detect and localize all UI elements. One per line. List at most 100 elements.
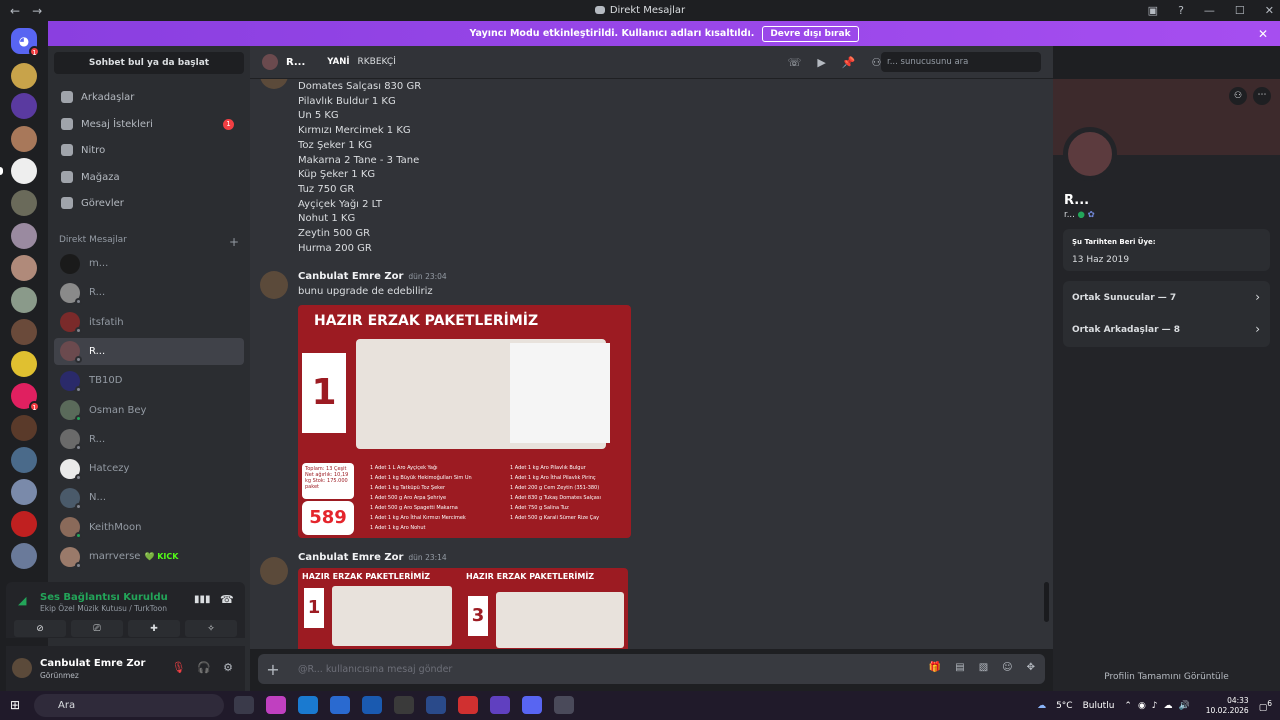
message-composer[interactable]: + @R... kullanıcısına mesaj gönder 🎁 ▤ ▧… xyxy=(258,654,1045,684)
gif-icon[interactable]: ▤ xyxy=(955,662,964,673)
find-conversation-button[interactable]: Sohbet bul ya da başlat xyxy=(54,52,244,74)
home-button[interactable]: ◕ 1 xyxy=(11,28,40,57)
mail-app-icon[interactable] xyxy=(362,696,382,714)
voice-call-icon[interactable]: ☏ xyxy=(788,56,802,69)
activities-button[interactable]: ✚ xyxy=(128,620,180,637)
message-author[interactable]: Canbulat Emre Zor dün 23:04 xyxy=(298,271,447,282)
mutual-friends-row[interactable]: Ortak Arkadaşlar — 8 xyxy=(1072,325,1180,335)
mute-icon[interactable]: 🎙 xyxy=(171,661,185,674)
dm-item[interactable]: TB10D xyxy=(54,367,244,394)
server-icon[interactable] xyxy=(11,479,37,505)
back-arrow-icon[interactable]: ← xyxy=(10,4,20,18)
maximize-button[interactable]: ☐ xyxy=(1235,4,1245,17)
nav-message-requests[interactable]: Mesaj İstekleri 1 xyxy=(54,112,244,136)
voice-channel[interactable]: Ekip Özel Müzik Kutusu / TurkToon xyxy=(40,604,167,613)
deafen-icon[interactable]: 🎧 xyxy=(197,661,211,674)
gift-icon[interactable]: 🎁 xyxy=(929,662,941,673)
sticker-icon[interactable]: ▧ xyxy=(979,662,988,673)
server-icon[interactable] xyxy=(11,543,37,569)
inbox-icon[interactable]: ▣ xyxy=(1148,4,1158,17)
weather-text[interactable]: Bulutlu xyxy=(1083,701,1115,711)
obs-icon[interactable] xyxy=(554,696,574,714)
mutual-servers-row[interactable]: Ortak Sunucular — 7 xyxy=(1072,293,1176,303)
server-icon[interactable] xyxy=(11,93,37,119)
dm-item[interactable]: KeithMoon xyxy=(54,514,244,541)
forward-arrow-icon[interactable]: → xyxy=(32,4,42,18)
server-icon[interactable] xyxy=(11,415,37,441)
dm-item[interactable]: Hatcezy xyxy=(54,455,244,482)
dm-item[interactable]: N... xyxy=(54,484,244,511)
chevron-right-icon[interactable]: › xyxy=(1255,322,1260,336)
avatar[interactable] xyxy=(260,271,288,299)
camera-button[interactable]: ⊘ xyxy=(14,620,66,637)
banner-close-icon[interactable]: ✕ xyxy=(1258,27,1268,41)
user-name[interactable]: Canbulat Emre Zor xyxy=(40,658,145,669)
store-icon[interactable] xyxy=(330,696,350,714)
server-icon[interactable] xyxy=(11,63,37,89)
discord-taskbar-icon[interactable] xyxy=(522,696,542,714)
dm-item[interactable]: R... xyxy=(54,337,244,365)
chevron-right-icon[interactable]: › xyxy=(1255,290,1260,304)
nav-quests[interactable]: Görevler xyxy=(54,191,244,215)
message-input[interactable]: @R... kullanıcısına mesaj gönder xyxy=(298,664,452,675)
dm-item[interactable]: R... xyxy=(54,426,244,453)
apps-icon[interactable]: ✥ xyxy=(1027,662,1035,673)
author-name[interactable]: Canbulat Emre Zor xyxy=(298,552,403,563)
emoji-icon[interactable]: ☺ xyxy=(1002,662,1012,673)
weather-icon[interactable]: ☁ xyxy=(1037,701,1046,711)
weather-temp[interactable]: 5°C xyxy=(1056,701,1073,711)
author-name[interactable]: Canbulat Emre Zor xyxy=(298,271,403,282)
add-friend-icon[interactable]: ⚇ xyxy=(1229,87,1247,105)
search-input[interactable]: r... sunucusunu ara xyxy=(881,52,1041,72)
disable-streamer-mode-button[interactable]: Devre dışı bırak xyxy=(762,25,859,42)
server-icon[interactable] xyxy=(11,351,37,377)
close-window-button[interactable]: ✕ xyxy=(1265,4,1274,17)
voice-status[interactable]: Ses Bağlantısı Kuruldu xyxy=(40,592,168,603)
taskbar-search[interactable]: Ara xyxy=(34,694,224,717)
profile-avatar[interactable] xyxy=(1063,127,1117,181)
chrome-icon[interactable] xyxy=(458,696,478,714)
settings-icon[interactable]: ⚙ xyxy=(223,661,233,674)
dm-item[interactable]: m... xyxy=(54,250,244,277)
nav-friends[interactable]: Arkadaşlar xyxy=(54,85,244,109)
video-call-icon[interactable]: ▶ xyxy=(817,56,825,69)
dm-item[interactable]: marrverse 💚 KICK xyxy=(54,543,244,570)
task-view-icon[interactable] xyxy=(234,696,254,714)
dm-item[interactable]: R... xyxy=(54,279,244,306)
dm-item[interactable]: Osman Bey xyxy=(54,397,244,424)
avatar[interactable] xyxy=(260,557,288,585)
more-options-icon[interactable]: ⋯ xyxy=(1253,87,1271,105)
server-icon[interactable] xyxy=(11,223,37,249)
minimize-button[interactable]: — xyxy=(1204,4,1215,17)
server-icon[interactable] xyxy=(11,511,37,537)
app-icon[interactable] xyxy=(490,696,510,714)
promo-image[interactable]: HAZIR ERZAK PAKETLERİMİZ HAZIR ERZAK PAK… xyxy=(298,568,628,649)
copilot-icon[interactable] xyxy=(266,696,286,714)
dm-item[interactable]: itsfatih xyxy=(54,309,244,336)
server-icon[interactable] xyxy=(11,126,37,152)
tray-icons[interactable]: ⌃◉♪☁🔊 xyxy=(1124,701,1195,711)
disconnect-icon[interactable]: ☎ xyxy=(220,593,234,606)
avatar[interactable] xyxy=(12,658,32,678)
clock[interactable]: 04:33 10.02.2026 xyxy=(1206,696,1249,716)
server-icon[interactable]: 1 xyxy=(11,383,40,412)
attach-plus-icon[interactable]: + xyxy=(258,660,288,679)
scrollbar[interactable] xyxy=(1044,582,1049,622)
view-full-profile-button[interactable]: Profilin Tamamını Görüntüle xyxy=(1053,672,1280,682)
help-icon[interactable]: ? xyxy=(1178,4,1184,17)
noise-suppression-icon[interactable]: ▮▮▮ xyxy=(194,594,211,605)
server-icon[interactable] xyxy=(11,287,37,313)
server-icon[interactable] xyxy=(11,447,37,473)
nav-shop[interactable]: Mağaza xyxy=(54,165,244,189)
server-icon[interactable] xyxy=(11,255,37,281)
nav-nitro[interactable]: Nitro xyxy=(54,138,244,162)
app-icon[interactable] xyxy=(426,696,446,714)
edge-icon[interactable] xyxy=(298,696,318,714)
add-friends-icon[interactable]: ⚇ xyxy=(872,56,882,69)
server-icon[interactable] xyxy=(11,190,37,216)
server-icon[interactable] xyxy=(11,319,37,345)
screen-share-button[interactable]: ⎚ xyxy=(71,620,123,637)
server-icon[interactable] xyxy=(0,158,37,184)
windows-start-icon[interactable]: ⊞ xyxy=(10,698,20,712)
soundboard-button[interactable]: ✧ xyxy=(185,620,237,637)
